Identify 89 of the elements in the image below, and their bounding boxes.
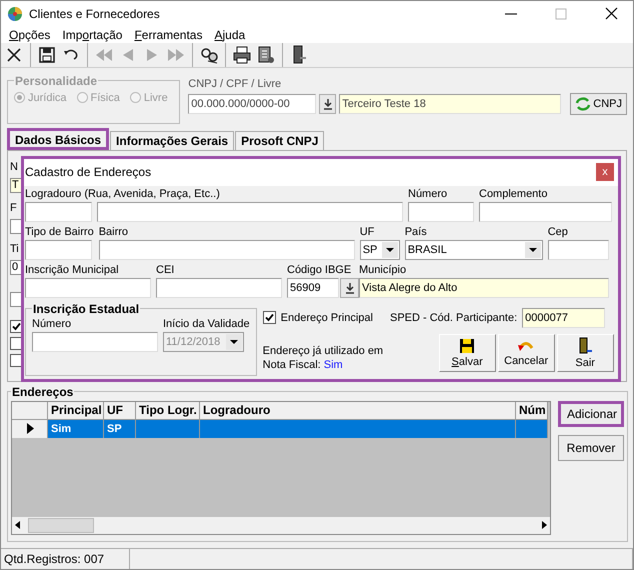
field-label: CEI — [156, 264, 176, 276]
close-button[interactable]: x — [596, 163, 614, 182]
cnpj-button[interactable]: CNPJ — [570, 92, 627, 115]
column-header[interactable]: Tipo Logr. — [136, 402, 200, 420]
column-header[interactable]: Núm — [516, 402, 548, 420]
field-label: Número — [32, 318, 72, 330]
printer-icon[interactable] — [231, 44, 253, 66]
side-button[interactable]: Remover — [558, 434, 624, 461]
table-cell: SP — [104, 420, 136, 438]
field-label: Município — [359, 264, 408, 276]
field-label: Bairro — [98, 226, 130, 238]
menu-item[interactable]: Importação — [56, 28, 128, 42]
text-field[interactable] — [408, 202, 474, 222]
field-label: Complemento — [479, 188, 548, 200]
lookup-button[interactable] — [319, 94, 336, 114]
table-cell: Sim — [48, 420, 104, 438]
checkbox-label: Endereço Principal — [280, 312, 373, 324]
text-field[interactable] — [156, 278, 282, 298]
field-label: Início da Validade — [163, 318, 250, 330]
table-header — [12, 402, 48, 420]
field-label: UF — [360, 226, 376, 238]
refresh-icon — [575, 96, 592, 111]
text-field[interactable] — [25, 202, 92, 222]
lookup-button[interactable] — [340, 278, 359, 298]
radio-label: Jurídica — [28, 92, 67, 104]
table-row[interactable]: Sim SP — [12, 420, 550, 438]
download-arrow-icon — [344, 282, 354, 294]
side-button[interactable]: Adicionar — [558, 400, 624, 427]
download-arrow-icon — [322, 98, 333, 110]
usage-note: Endereço já utilizado em Nota Fiscal: Sim — [262, 344, 384, 372]
field-label: N — [10, 160, 18, 175]
field-label: País — [404, 226, 428, 238]
dialog-button[interactable]: Cancelar — [498, 334, 555, 372]
text-field[interactable]: 0000077 — [522, 308, 606, 328]
text-field[interactable] — [10, 218, 21, 234]
group-title: Endereços — [11, 384, 74, 399]
country-select[interactable]: BRASIL — [404, 240, 543, 260]
text-field[interactable] — [97, 202, 403, 222]
text-field[interactable] — [25, 240, 92, 260]
tab[interactable]: Informações Gerais — [110, 130, 234, 150]
field-label: Código IBGE — [287, 264, 352, 276]
menu-item[interactable]: Ferramentas — [128, 28, 208, 42]
dialog-title: Cadastro de Endereços — [25, 165, 152, 180]
table-cell — [516, 420, 548, 438]
menu-item[interactable]: Ajuda — [208, 28, 252, 42]
tab[interactable]: Prosoft CNPJ — [235, 130, 324, 150]
document-field[interactable]: 00.000.000/0000-00 — [188, 94, 316, 114]
text-field[interactable]: Vista Alegre do Alto — [359, 278, 609, 298]
column-header[interactable]: UF — [104, 402, 136, 420]
text-field[interactable]: 56909 — [287, 278, 339, 298]
scroll-thumb[interactable] — [28, 518, 94, 533]
window-title: Clientes e Fornecedores — [29, 7, 161, 21]
text-field[interactable] — [10, 292, 21, 307]
app-logo-icon — [7, 6, 23, 22]
document-label: CNPJ / CPF / Livre — [188, 78, 282, 90]
dialog-button[interactable]: Sair — [556, 334, 614, 372]
field-label: Tipo de Bairro — [25, 226, 94, 238]
text-field[interactable] — [479, 202, 612, 222]
text-field[interactable] — [25, 278, 151, 298]
text-field[interactable] — [32, 332, 158, 352]
checkbox[interactable] — [262, 311, 276, 324]
field-label: F — [10, 202, 17, 216]
dialog-button[interactable]: Salvar — [438, 334, 496, 372]
group-title: Inscrição Estadual — [32, 302, 140, 316]
text-field[interactable]: T — [10, 178, 21, 193]
field-label: Ti — [10, 242, 19, 257]
field-label: Cep — [548, 226, 569, 238]
field-label: Logradouro (Rua, Avenida, Praça, Etc..) — [25, 188, 221, 200]
field-label: Número — [408, 188, 448, 200]
radio-label: Livre — [144, 92, 168, 104]
radio-label: Física — [90, 92, 120, 104]
scrollbar[interactable] — [12, 516, 550, 534]
column-header[interactable]: Logradouro — [200, 402, 516, 420]
uf-select[interactable]: SP — [360, 240, 400, 260]
column-header[interactable]: Principal — [48, 402, 104, 420]
exit-door-icon — [577, 336, 594, 355]
text-field[interactable]: 0 — [10, 260, 21, 275]
tab[interactable]: Dados Básicos — [7, 128, 110, 150]
save-icon — [459, 338, 476, 354]
table-cell — [136, 420, 200, 438]
group-title: Personalidade — [14, 74, 98, 88]
field-label: SPED - Cód. Participante: — [390, 312, 518, 324]
menu-item[interactable]: Opções — [3, 28, 56, 42]
row-pointer-icon — [26, 423, 34, 434]
field-label: Inscrição Municipal — [25, 264, 120, 276]
text-field[interactable] — [98, 240, 355, 260]
name-field[interactable]: Terceiro Teste 18 — [339, 94, 562, 114]
record-count: Qtd.Registros: 007 — [1, 548, 130, 569]
text-field[interactable] — [548, 240, 609, 260]
